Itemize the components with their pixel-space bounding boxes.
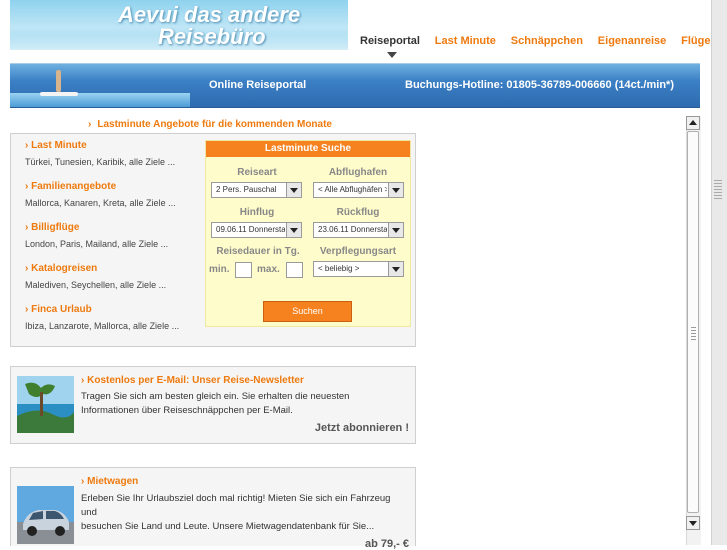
- category-title[interactable]: Last Minute: [31, 140, 87, 151]
- scroll-down-icon[interactable]: [686, 516, 700, 530]
- lastminute-heading-text: Lastminute Angebote für die kommenden Mo…: [97, 119, 332, 130]
- scrollbar-thumb[interactable]: [687, 131, 699, 513]
- window-scrollbar-grip-icon: [714, 180, 722, 200]
- newsletter-beach-image: [17, 376, 74, 433]
- category-title[interactable]: Finca Urlaub: [31, 304, 92, 315]
- abflughafen-select[interactable]: < Alle Abflughäfen >: [313, 182, 404, 198]
- category-description: London, Paris, Mailand, alle Ziele ...: [25, 239, 169, 249]
- min-days-input[interactable]: [235, 262, 252, 278]
- chevron-right-icon: ›: [25, 140, 29, 151]
- reisedauer-label: Reisedauer in Tg.: [216, 246, 300, 257]
- logo-text-line2: Reisebüro: [158, 24, 266, 49]
- newsletter-box: › Kostenlos per E-Mail: Unser Reise-News…: [10, 366, 416, 444]
- banner-hotline-text: Buchungs-Hotline: 01805-36789-006660 (14…: [405, 79, 674, 91]
- chevron-right-icon: ›: [25, 222, 29, 233]
- rueckflug-select[interactable]: 23.06.11 Donnerstag: [313, 222, 404, 238]
- rueckflug-value: 23.06.11 Donnerstag: [318, 225, 387, 234]
- search-form-title: Lastminute Suche: [206, 141, 410, 157]
- category-description: Malediven, Seychellen, alle Ziele ...: [25, 280, 167, 290]
- chevron-right-icon: ›: [81, 375, 85, 386]
- category-title[interactable]: Billigflüge: [31, 222, 79, 233]
- nav-fluege[interactable]: Flüge: [681, 35, 710, 47]
- banner-water-image: [10, 93, 190, 107]
- verpflegung-value: < beliebig >: [318, 264, 360, 273]
- min-label: min.: [209, 264, 230, 275]
- mietwagen-box: › Mietwagen Erleben Sie Ihr Urlaubsziel …: [10, 467, 416, 550]
- newsletter-title: Kostenlos per E-Mail: Unser Reise-Newsle…: [87, 375, 304, 386]
- mietwagen-description-line1: Erleben Sie Ihr Urlaubsziel doch mal ric…: [81, 493, 391, 518]
- site-logo[interactable]: Aevui das andere Reisebüro: [10, 0, 348, 50]
- category-billigfluege[interactable]: › Billigflüge London, Paris, Mailand, al…: [25, 222, 168, 249]
- category-title[interactable]: Familienangebote: [31, 181, 116, 192]
- reiseart-value: 2 Pers. Pauschal: [216, 185, 277, 194]
- reiseart-label: Reiseart: [237, 167, 277, 178]
- window-scrollbar[interactable]: [711, 0, 727, 545]
- abflughafen-value: < Alle Abflughäfen >: [318, 185, 387, 194]
- newsletter-title-link[interactable]: › Kostenlos per E-Mail: Unser Reise-News…: [81, 375, 304, 386]
- abflughafen-label: Abflughafen: [328, 167, 388, 178]
- top-navigation: Reiseportal Last Minute Schnäppchen Eige…: [360, 35, 723, 51]
- reiseart-select[interactable]: 2 Pers. Pauschal: [211, 182, 302, 198]
- nav-reiseportal[interactable]: Reiseportal: [360, 35, 420, 47]
- newsletter-description: Tragen Sie sich am besten gleich ein. Si…: [81, 391, 350, 416]
- chevron-down-icon: [388, 262, 403, 276]
- chevron-down-icon: [286, 183, 301, 197]
- hinflug-value: 09.06.11 Donnerstag: [216, 225, 285, 234]
- rental-car-image: [17, 486, 74, 544]
- chevron-down-icon: [388, 183, 403, 197]
- nav-eigenanreise[interactable]: Eigenanreise: [598, 35, 666, 47]
- chevron-right-icon: ›: [88, 119, 92, 130]
- category-last-minute[interactable]: › Last Minute Türkei, Tunesien, Karibik,…: [25, 140, 175, 167]
- banner-portal-text: Online Reiseportal: [209, 79, 307, 91]
- lastminute-search-form: Lastminute Suche Reiseart Abflughafen 2 …: [205, 140, 411, 327]
- chevron-right-icon: ›: [25, 263, 29, 274]
- max-label: max.: [257, 264, 280, 275]
- rueckflug-label: Rückflug: [336, 207, 380, 218]
- surfer-image: [56, 70, 61, 92]
- scrollbar-grip-icon: [691, 327, 696, 341]
- category-finca-urlaub[interactable]: › Finca Urlaub Ibiza, Lanzarote, Mallorc…: [25, 304, 179, 331]
- category-description: Ibiza, Lanzarote, Mallorca, alle Ziele .…: [25, 321, 180, 331]
- subscribe-link[interactable]: Jetzt abonnieren !: [315, 422, 409, 434]
- hinflug-label: Hinflug: [239, 207, 275, 218]
- mietwagen-title-link[interactable]: › Mietwagen: [81, 476, 138, 487]
- hero-banner: Online Reiseportal Buchungs-Hotline: 018…: [10, 63, 700, 108]
- category-description: Türkei, Tunesien, Karibik, alle Ziele ..…: [25, 157, 176, 167]
- nav-last-minute[interactable]: Last Minute: [435, 35, 496, 47]
- category-katalogreisen[interactable]: › Katalogreisen Malediven, Seychellen, a…: [25, 263, 166, 290]
- scroll-up-icon[interactable]: [686, 116, 700, 130]
- category-description: Mallorca, Kanaren, Kreta, alle Ziele ...: [25, 198, 176, 208]
- chevron-down-icon: [286, 223, 301, 237]
- hinflug-select[interactable]: 09.06.11 Donnerstag: [211, 222, 302, 238]
- nav-schnaeppchen[interactable]: Schnäppchen: [511, 35, 583, 47]
- chevron-right-icon: ›: [81, 476, 85, 487]
- verpflegung-label: Verpflegungsart: [319, 246, 397, 257]
- active-nav-arrow-icon: [387, 52, 397, 58]
- category-title[interactable]: Katalogreisen: [31, 263, 97, 274]
- mietwagen-description-line2: besuchen Sie Land und Leute. Unsere Miet…: [81, 521, 375, 532]
- verpflegung-select[interactable]: < beliebig >: [313, 261, 404, 277]
- lastminute-heading[interactable]: › Lastminute Angebote für die kommenden M…: [88, 119, 332, 130]
- mietwagen-price[interactable]: ab 79,- €: [365, 538, 409, 550]
- chevron-right-icon: ›: [25, 304, 29, 315]
- category-familienangebote[interactable]: › Familienangebote Mallorca, Kanaren, Kr…: [25, 181, 176, 208]
- search-button[interactable]: Suchen: [263, 301, 352, 322]
- chevron-right-icon: ›: [25, 181, 29, 192]
- chevron-down-icon: [388, 223, 403, 237]
- mietwagen-title: Mietwagen: [87, 476, 139, 487]
- surfboard-image: [40, 92, 78, 96]
- max-days-input[interactable]: [286, 262, 303, 278]
